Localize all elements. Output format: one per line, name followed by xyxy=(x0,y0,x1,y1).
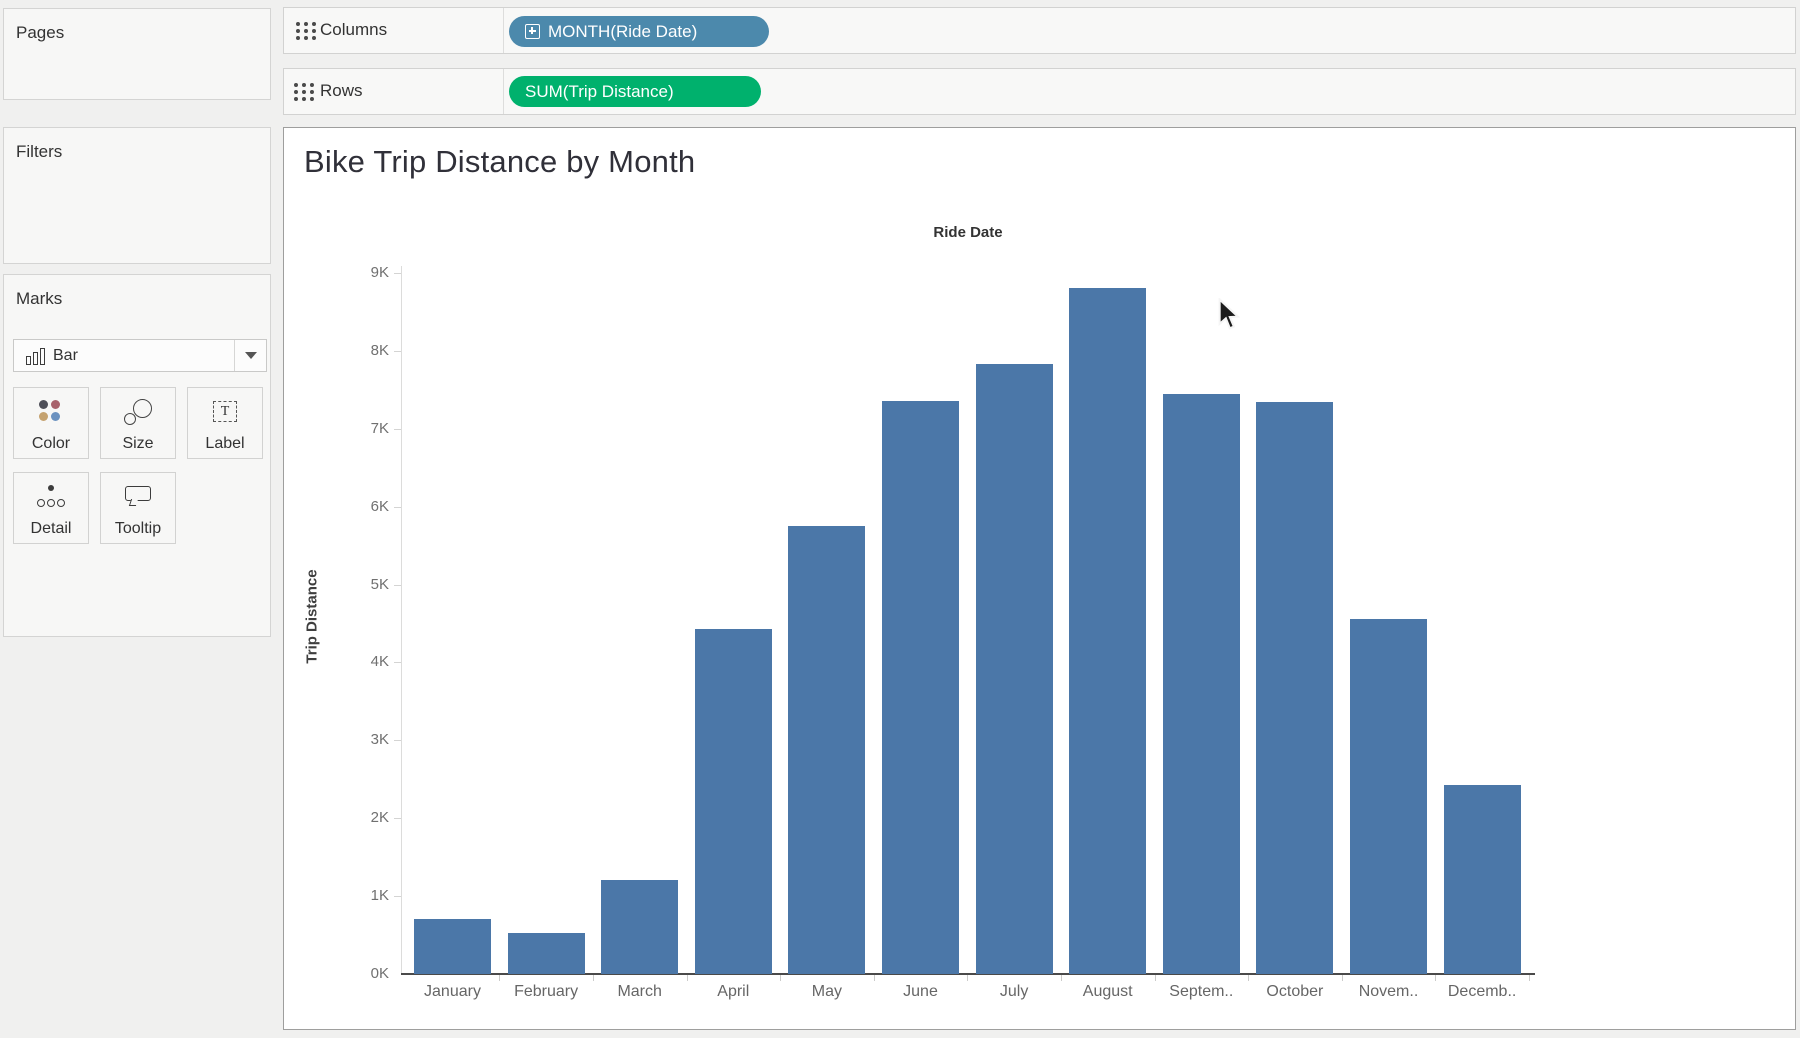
size-button-label: Size xyxy=(122,435,153,453)
x-tick-mark xyxy=(1529,975,1530,981)
columns-pill-label: MONTH(Ride Date) xyxy=(548,22,697,42)
x-tick-label: Decemb.. xyxy=(1427,983,1537,1001)
color-button[interactable]: Color xyxy=(13,387,89,459)
y-axis-line xyxy=(401,266,402,974)
bar-novem[interactable] xyxy=(1350,619,1427,974)
pill-month-ride-date[interactable]: MONTH(Ride Date) xyxy=(509,16,769,47)
pill-sum-trip-distance[interactable]: SUM(Trip Distance) xyxy=(509,76,761,107)
y-tick-label: 3K xyxy=(319,731,389,748)
y-tick-mark xyxy=(394,429,401,430)
detail-button[interactable]: Detail xyxy=(13,472,89,544)
mouse-cursor xyxy=(1215,298,1245,332)
x-tick-mark xyxy=(1342,975,1343,981)
y-tick-label: 0K xyxy=(319,965,389,982)
bar-october[interactable] xyxy=(1256,402,1333,974)
bar-august[interactable] xyxy=(1069,288,1146,974)
rows-pill-label: SUM(Trip Distance) xyxy=(525,82,674,102)
marks-card: Marks Bar Color Size T Label xyxy=(3,274,271,637)
detail-dots-icon xyxy=(37,485,65,509)
bar-april[interactable] xyxy=(695,629,772,974)
mark-type-value: Bar xyxy=(53,347,78,365)
bar-july[interactable] xyxy=(976,364,1053,974)
columns-shelf[interactable]: Columns MONTH(Ride Date) xyxy=(283,7,1796,54)
rows-shelf[interactable]: Rows SUM(Trip Distance) xyxy=(283,68,1796,115)
tooltip-bubble-icon xyxy=(125,486,151,508)
pages-label: Pages xyxy=(4,9,270,43)
pages-shelf[interactable]: Pages xyxy=(3,8,271,100)
detail-button-label: Detail xyxy=(31,520,72,538)
x-tick-mark xyxy=(1435,975,1436,981)
rows-icon xyxy=(294,83,314,101)
y-tick-mark xyxy=(394,662,401,663)
y-tick-label: 1K xyxy=(319,887,389,904)
x-tick-mark xyxy=(687,975,688,981)
size-button[interactable]: Size xyxy=(100,387,176,459)
y-tick-label: 2K xyxy=(319,809,389,826)
mark-type-dropdown[interactable]: Bar xyxy=(13,339,267,372)
plus-box-icon[interactable] xyxy=(525,24,540,39)
color-button-label: Color xyxy=(32,435,70,453)
tooltip-button-label: Tooltip xyxy=(115,520,161,538)
filters-shelf[interactable]: Filters xyxy=(3,127,271,264)
y-tick-mark xyxy=(394,273,401,274)
shelf-divider xyxy=(503,69,504,114)
y-tick-label: 7K xyxy=(319,420,389,437)
marks-label: Marks xyxy=(4,275,270,309)
y-tick-label: 8K xyxy=(319,342,389,359)
x-tick-mark xyxy=(967,975,968,981)
label-text-icon: T xyxy=(213,401,237,422)
bar-june[interactable] xyxy=(882,401,959,974)
bar-decemb[interactable] xyxy=(1444,785,1521,974)
tableau-workspace: Pages Filters Marks Bar Color Size T xyxy=(0,0,1800,1038)
bar-february[interactable] xyxy=(508,933,585,974)
y-tick-label: 9K xyxy=(319,264,389,281)
x-tick-mark xyxy=(1248,975,1249,981)
y-tick-label: 4K xyxy=(319,653,389,670)
color-dots-icon xyxy=(38,399,64,425)
tooltip-button[interactable]: Tooltip xyxy=(100,472,176,544)
label-button[interactable]: T Label xyxy=(187,387,263,459)
y-tick-mark xyxy=(394,818,401,819)
chevron-down-icon xyxy=(245,352,257,359)
x-tick-mark xyxy=(1155,975,1156,981)
rows-shelf-label: Rows xyxy=(320,81,363,101)
size-circles-icon xyxy=(124,399,152,425)
y-tick-mark xyxy=(394,507,401,508)
x-tick-mark xyxy=(874,975,875,981)
y-tick-mark xyxy=(394,896,401,897)
columns-shelf-label: Columns xyxy=(320,20,387,40)
columns-icon xyxy=(296,22,316,40)
bar-january[interactable] xyxy=(414,919,491,974)
shelf-divider xyxy=(503,8,504,53)
x-tick-mark xyxy=(780,975,781,981)
worksheet-view: Bike Trip Distance by Month Ride Date Tr… xyxy=(283,127,1796,1030)
column-field-header[interactable]: Ride Date xyxy=(401,224,1535,241)
y-axis-title: Trip Distance xyxy=(304,377,321,857)
mark-type-caret[interactable] xyxy=(234,340,266,371)
worksheet-title[interactable]: Bike Trip Distance by Month xyxy=(304,144,695,180)
y-tick-label: 6K xyxy=(319,498,389,515)
filters-label: Filters xyxy=(4,128,270,162)
x-tick-mark xyxy=(499,975,500,981)
y-tick-label: 5K xyxy=(319,576,389,593)
x-tick-mark xyxy=(593,975,594,981)
label-button-label: Label xyxy=(205,435,244,453)
bar-septem[interactable] xyxy=(1163,394,1240,974)
y-tick-mark xyxy=(394,351,401,352)
bar-chart-icon xyxy=(26,347,45,365)
bar-may[interactable] xyxy=(788,526,865,974)
x-tick-mark xyxy=(1061,975,1062,981)
y-tick-mark xyxy=(394,585,401,586)
y-tick-mark xyxy=(394,740,401,741)
bar-march[interactable] xyxy=(601,880,678,974)
